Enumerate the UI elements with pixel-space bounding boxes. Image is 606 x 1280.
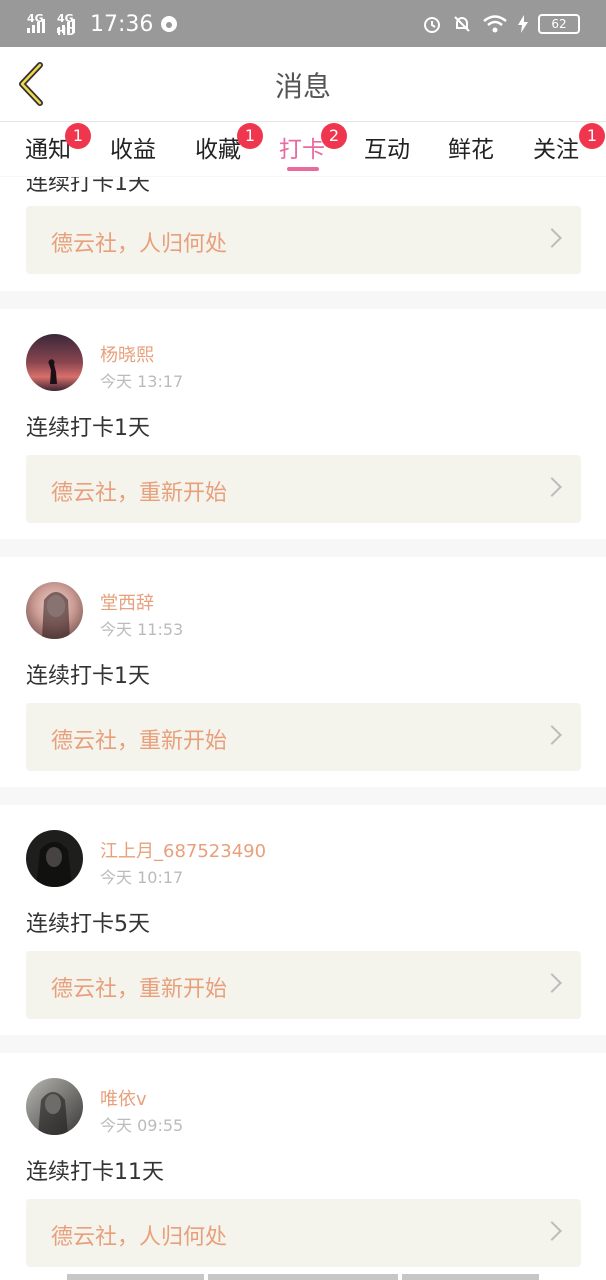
nav-bar-segment [208,1274,398,1280]
tab-follow[interactable]: 关注 1 [533,123,605,164]
nav-bar-segment [402,1274,539,1280]
timestamp: 今天 09:55 [100,1116,184,1135]
checkin-card: 连续打卡1天 德云社，人归何处 [0,177,606,291]
avatar[interactable] [26,830,83,887]
charging-icon [518,15,528,33]
chevron-right-icon [542,477,562,497]
avatar[interactable] [26,582,83,639]
alarm-icon [424,17,440,33]
tab-flowers[interactable]: 鲜花 [448,130,494,164]
page-title: 消息 [274,70,331,103]
unread-badge: 1 [65,123,91,149]
avatar[interactable] [26,1078,83,1135]
checkin-message: 连续打卡1天 [26,664,150,689]
username[interactable]: 堂西辞 [100,589,154,615]
status-bar: 4G 4G HD 17:36 [0,0,606,47]
signal-icon: 4G HD [56,12,82,38]
active-tab-indicator [287,167,319,171]
tab-earnings[interactable]: 收益 [110,130,156,164]
app-notification-icon [161,16,178,32]
checkin-message: 连续打卡1天 [26,416,150,441]
checkin-card: 江上月_687523490 今天 10:17 连续打卡5天 德云社，重新开始 [0,805,606,1035]
checkin-message: 连续打卡11天 [26,1160,164,1185]
tab-interaction[interactable]: 互动 [364,130,410,164]
bell-muted-icon [454,16,470,32]
unread-badge: 2 [321,123,347,149]
chevron-right-icon [542,1221,562,1241]
checkin-card: 堂西辞 今天 11:53 连续打卡1天 德云社，重新开始 [0,557,606,787]
article-link[interactable]: 德云社，重新开始 [26,951,581,1019]
chevron-right-icon [542,973,562,993]
username[interactable]: 杨晓熙 [100,341,154,367]
tab-notification[interactable]: 通知 1 [25,123,91,164]
username[interactable]: 唯依v [100,1085,147,1111]
signal-icon: 4G [26,12,52,35]
battery-icon: 62 [538,14,580,34]
article-link[interactable]: 德云社，重新开始 [26,703,581,771]
tab-bar: 通知 1 收益 收藏 1 打卡 2 互动 鲜花 关注 1 [0,122,606,176]
checkin-card: 杨晓熙 今天 13:17 连续打卡1天 德云社，重新开始 [0,309,606,539]
tab-favorites[interactable]: 收藏 1 [195,123,263,164]
clock: 17:36 [90,11,154,37]
checkin-message: 连续打卡1天 [26,177,150,196]
timestamp: 今天 11:53 [100,620,184,639]
username[interactable]: 江上月_687523490 [100,837,266,863]
wifi-icon [483,15,507,33]
article-link[interactable]: 德云社，人归何处 [26,206,581,274]
nav-bar-segment [67,1274,204,1280]
timestamp: 今天 10:17 [100,868,184,887]
article-link[interactable]: 德云社，重新开始 [26,455,581,523]
tab-checkin[interactable]: 打卡 2 [279,123,347,164]
avatar[interactable] [26,334,83,391]
checkin-card: 唯依v 今天 09:55 连续打卡11天 德云社，人归何处 [0,1053,606,1280]
timestamp: 今天 13:17 [100,372,184,391]
app-header: 消息 [0,47,606,122]
checkin-message: 连续打卡5天 [26,912,150,937]
unread-badge: 1 [237,123,263,149]
article-link[interactable]: 德云社，人归何处 [26,1199,581,1267]
unread-badge: 1 [579,123,605,149]
chevron-right-icon [542,228,562,248]
chevron-right-icon [542,725,562,745]
